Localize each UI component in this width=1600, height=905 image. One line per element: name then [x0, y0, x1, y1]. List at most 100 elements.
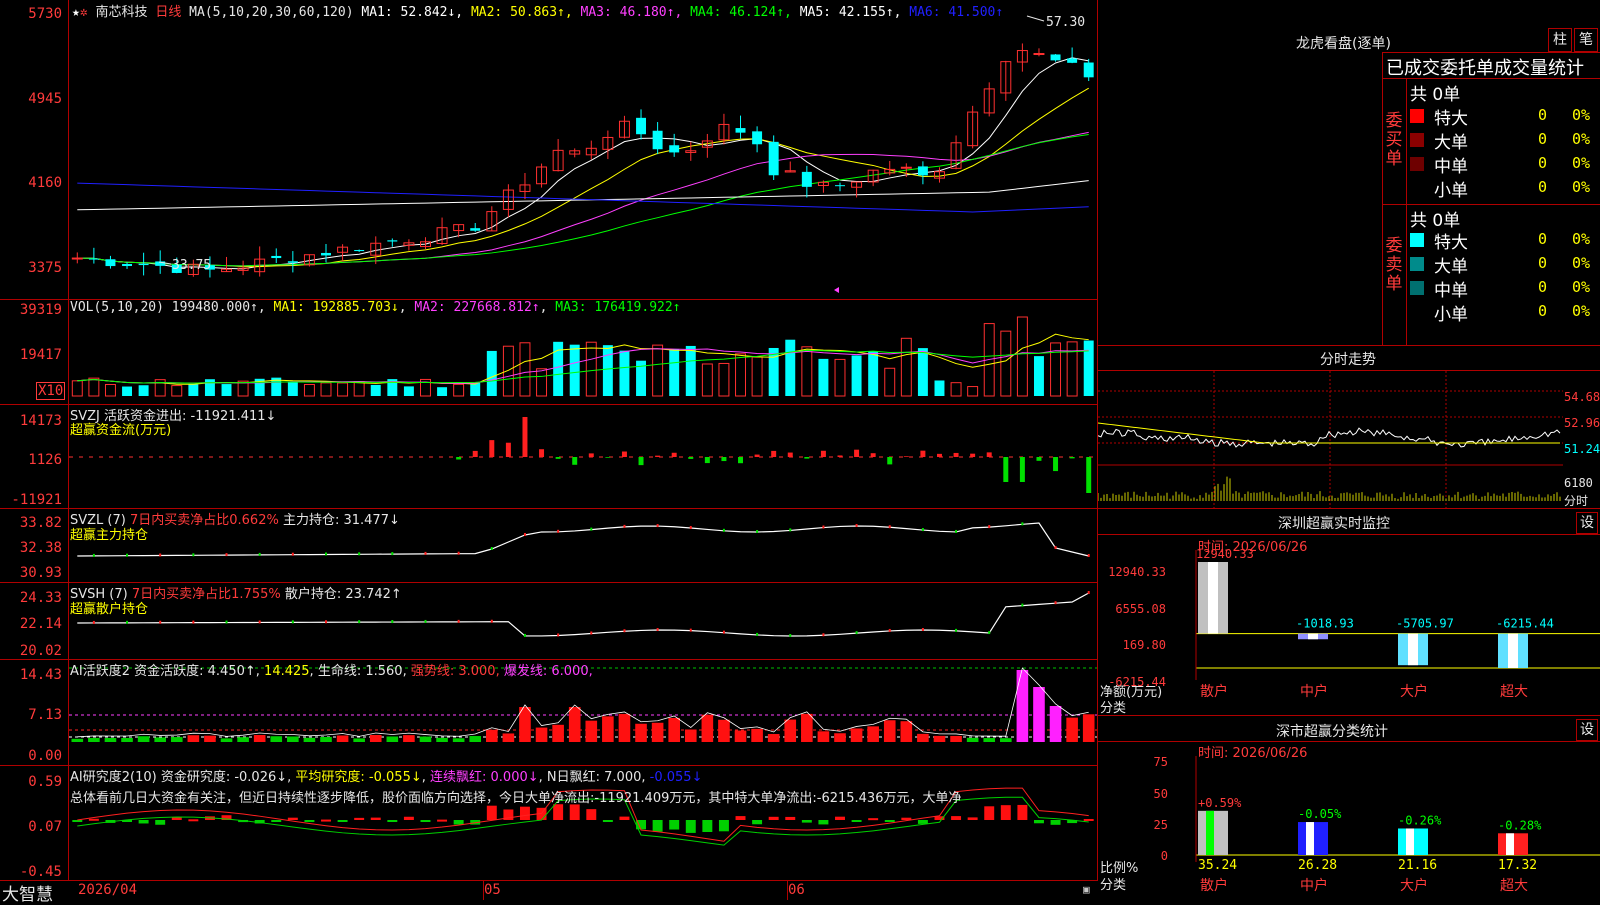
- ai1-bar: [204, 735, 216, 742]
- ai1-bar: [1049, 706, 1062, 742]
- monitor-bar-highlight: [1508, 633, 1518, 668]
- vol-y-label: 19417: [19, 347, 62, 363]
- svzj-bar: [1069, 457, 1075, 459]
- ai2-bar: [88, 818, 99, 821]
- vol-legend: VOL(5,10,20) 199480.000↑, MA1: 192885.70…: [70, 300, 681, 315]
- ai2-bar: [387, 820, 398, 822]
- ai1-bar: [618, 713, 631, 742]
- ai1-bar: [1033, 687, 1045, 742]
- svzj-bar: [854, 449, 860, 457]
- ai1-bar: [502, 733, 515, 742]
- ai2-bar: [818, 820, 829, 825]
- lhb-divider: [1382, 78, 1600, 79]
- order-size-label: 中单: [1434, 157, 1468, 177]
- svzl-y-label: 32.38: [19, 540, 62, 556]
- svsh-y-label: 22.14: [19, 616, 62, 632]
- volume-bar: [669, 349, 680, 396]
- svzj-bar: [688, 457, 694, 459]
- ai2-bar: [188, 819, 199, 822]
- volume-bar: [303, 383, 315, 397]
- ai1-y-label: 7.13: [28, 707, 62, 723]
- holding-tick: [557, 529, 560, 533]
- ai2-bar: [785, 816, 796, 820]
- low-marker: 33.75: [172, 258, 211, 273]
- tick-mode-button[interactable]: 笔: [1574, 28, 1598, 52]
- stats-category: 散户: [1200, 877, 1228, 894]
- candle-body: [321, 252, 331, 256]
- lock-icon[interactable]: ▣: [1083, 883, 1090, 896]
- volume-bar: [900, 337, 912, 397]
- volume-bar: [237, 380, 249, 397]
- ai2-bar: [370, 817, 381, 820]
- ai1-bar: [170, 737, 183, 742]
- ai2-legend: AI研究度2(10) 资金研究度: -0.026↓, 平均研究度: -0.055…: [70, 770, 703, 785]
- volume-bar: [403, 386, 414, 396]
- bar-mode-button[interactable]: 柱: [1548, 28, 1572, 52]
- svzj-bar: [870, 453, 876, 457]
- ai1-bar: [436, 737, 448, 742]
- ai1-bar: [734, 730, 747, 742]
- order-percent: 0%: [1572, 254, 1591, 272]
- candle-body: [652, 130, 663, 150]
- volume-bar: [204, 379, 215, 396]
- chart-area[interactable]: 5730 4945 4160 3375 ★✲ 南芯科技 日线 MA(5,10,2…: [0, 0, 1098, 905]
- volume-bar: [470, 383, 481, 396]
- holding-tick: [159, 620, 162, 624]
- holding-tick: [291, 552, 294, 556]
- ai2-bar: [1050, 820, 1061, 825]
- holding-tick: [855, 524, 858, 528]
- svzj-bar: [1019, 457, 1025, 482]
- ai2-bar: [519, 806, 530, 820]
- panel-divider: [1098, 345, 1600, 346]
- volume-bar: [104, 384, 116, 397]
- order-count: 0: [1538, 154, 1548, 172]
- ai2-bar: [1000, 805, 1011, 820]
- monitor-settings-button[interactable]: 设: [1576, 512, 1598, 534]
- ai2-bar: [453, 820, 464, 825]
- lhb-title: 龙虎看盘(逐单): [1296, 36, 1391, 52]
- divider-bottom: [0, 880, 1098, 881]
- volume-bar: [171, 385, 183, 397]
- stats-settings-button[interactable]: 设: [1576, 719, 1598, 741]
- candle-body: [138, 263, 149, 266]
- volume-bar: [801, 346, 813, 397]
- holding-tick: [656, 524, 659, 528]
- ai1-bar: [684, 729, 697, 742]
- volume-bar: [71, 380, 83, 397]
- candle-body: [1033, 53, 1045, 56]
- holding-tick: [1021, 603, 1024, 607]
- svzj-bar: [522, 417, 528, 457]
- lhb-tabs[interactable]: 已成交委托单成交量统计: [1386, 54, 1584, 80]
- volume-bar: [188, 384, 199, 396]
- ai2-extra: -0.055↓: [649, 770, 703, 785]
- volume-bar: [735, 353, 746, 397]
- volume-bar: [1066, 341, 1078, 397]
- vol-y-label: 39319: [19, 302, 62, 318]
- volume-bar: [751, 356, 763, 397]
- svzj-bar: [605, 457, 611, 458]
- order-size-label: 大单: [1434, 133, 1468, 153]
- order-percent: 0%: [1572, 178, 1591, 196]
- holding-tick: [557, 633, 560, 637]
- order-count: 0: [1538, 230, 1548, 248]
- panel-divider: [1098, 715, 1600, 716]
- ai2-bar: [1083, 818, 1094, 821]
- order-percent: 0%: [1572, 154, 1591, 172]
- ai1-bar: [552, 724, 564, 742]
- monitor-category: 大户: [1400, 683, 1428, 700]
- ai2-bar: [321, 819, 331, 822]
- ai1-bar: [917, 733, 929, 742]
- ai1-bar: [1016, 670, 1029, 742]
- svzj-bar: [986, 452, 992, 457]
- volume-bar: [88, 377, 100, 397]
- ai2-bar: [155, 820, 166, 825]
- stats-value: 21.16: [1398, 858, 1437, 873]
- stats-category: 中户: [1300, 877, 1328, 894]
- ai1-bar: [519, 707, 531, 742]
- holding-tick: [722, 630, 725, 634]
- ma-line: [77, 182, 1089, 213]
- svzj-y-label: 14173: [19, 413, 62, 429]
- ai1-strong: 强势线: 3.000: [410, 664, 496, 679]
- ai2-bar: [138, 820, 149, 824]
- intraday-chart[interactable]: [1098, 371, 1563, 508]
